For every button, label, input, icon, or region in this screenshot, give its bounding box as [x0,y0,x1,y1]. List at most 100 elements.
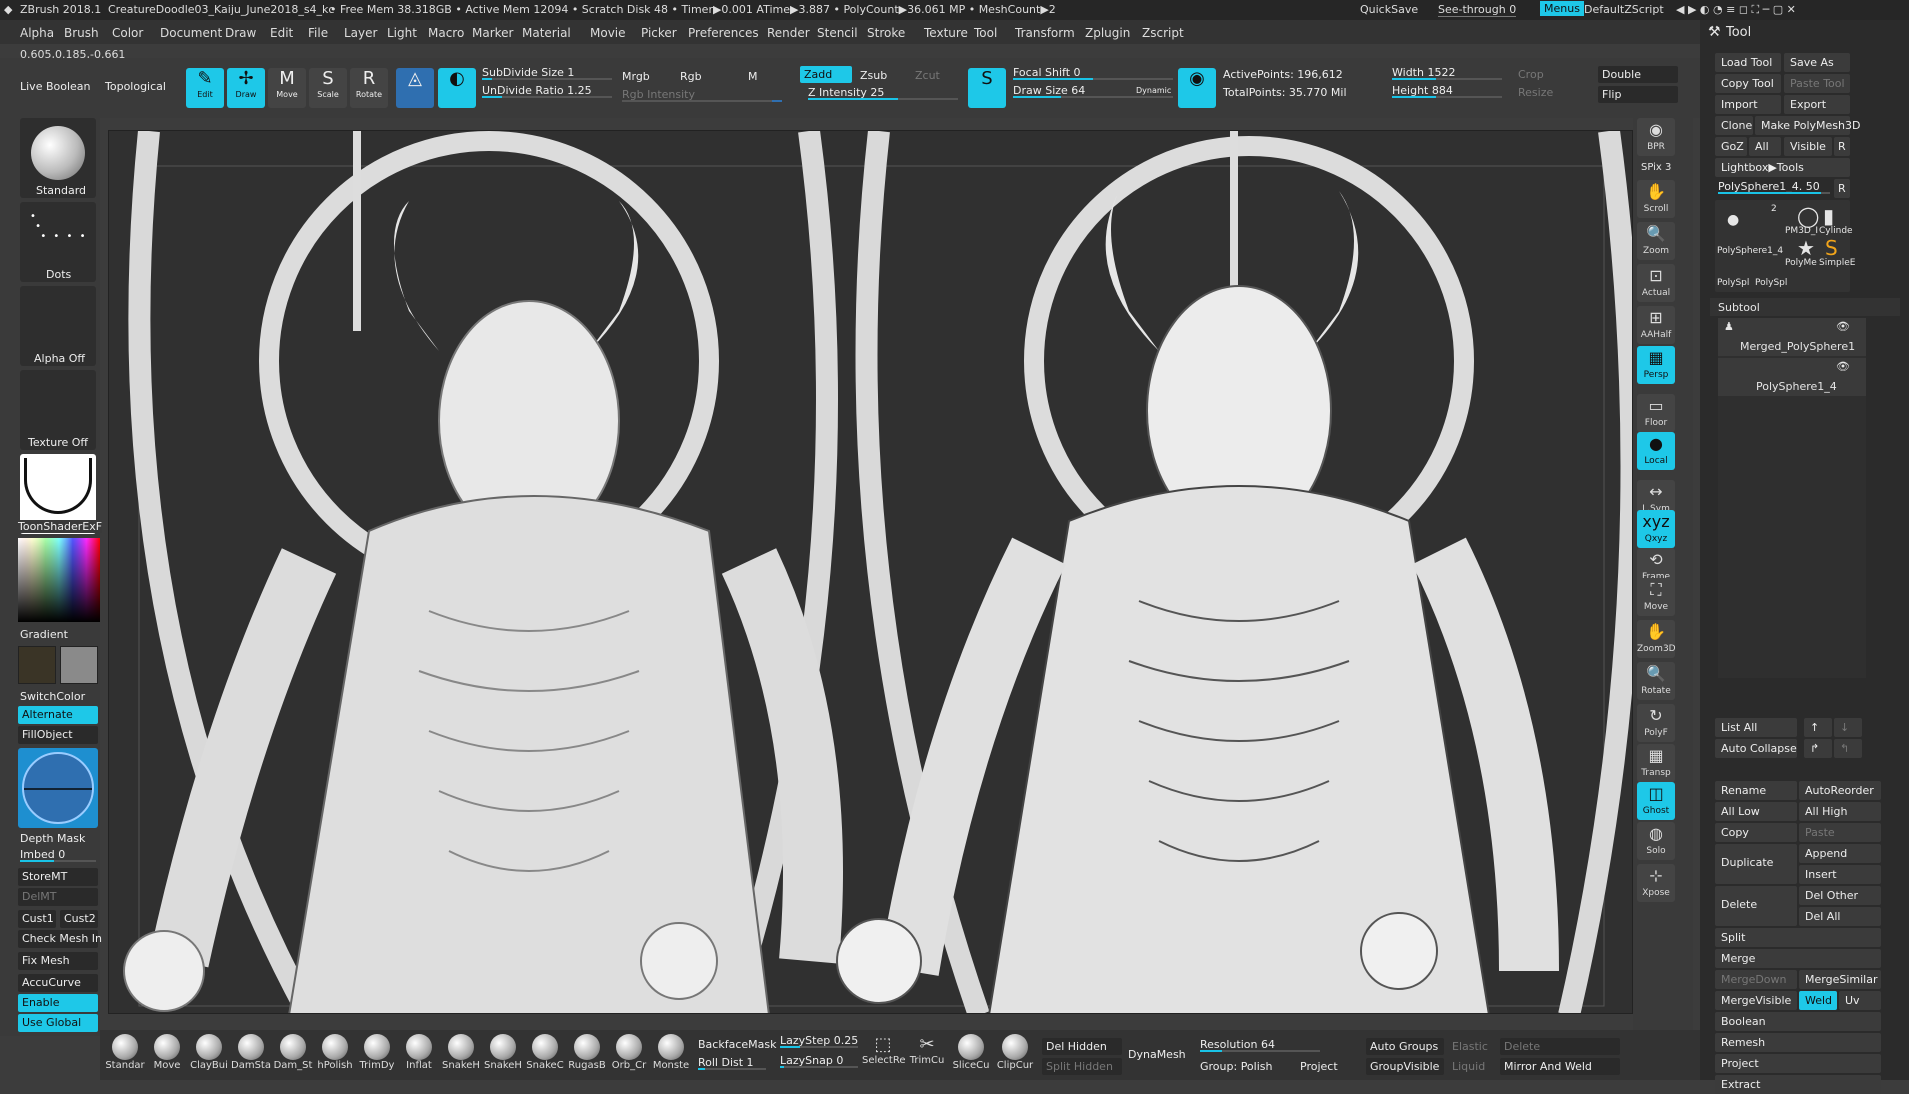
gizmo-button[interactable]: ◬ [396,68,434,108]
menu-transform[interactable]: Transform [1015,26,1075,40]
zadd-button[interactable]: Zadd [800,66,852,83]
aahalf-button[interactable]: ⊞ AAHalf [1637,306,1675,344]
tool-thumbnails[interactable]: ● 2 ◯ PM3D_I ▮ Cylinde PolySphere1_4 ★ P… [1715,200,1855,292]
color-picker[interactable] [18,538,100,622]
mergesimilar-button[interactable]: MergeSimilar [1799,970,1881,989]
move-down-icon[interactable]: ↓ [1834,718,1862,737]
make-polymesh3d-button[interactable]: Make PolyMesh3D [1755,116,1860,135]
paste-tool-button[interactable]: Paste Tool [1784,74,1850,93]
zcut-button[interactable]: Zcut [915,69,940,82]
insert-button[interactable]: Insert [1799,865,1881,884]
menu-color[interactable]: Color [112,26,143,40]
menu-render[interactable]: Render [767,26,810,40]
brush-slot-5[interactable]: Dam_St [272,1034,314,1071]
layout-arrows-icon[interactable]: ◀ ▶ ◐ ◔ ≡ ◻ ⛶ ─ ▢ ✕ [1676,3,1796,17]
z-intensity-slider[interactable]: Z Intensity 25 [808,86,958,100]
undivide-ratio-slider[interactable]: UnDivide Ratio 1.25 [482,84,612,98]
default-zscript-button[interactable]: DefaultZScript [1584,3,1664,16]
sphere-thumb-icon[interactable]: ● [1727,212,1739,228]
subtool-header[interactable]: Subtool [1710,298,1900,316]
scroll-button[interactable]: ✋ Scroll [1637,180,1675,218]
enable-button[interactable]: Enable [18,994,98,1012]
uv-button[interactable]: Uv [1839,991,1881,1010]
lightbox-tools-button[interactable]: Lightbox▶Tools [1715,158,1850,177]
menu-draw[interactable]: Draw [225,26,256,40]
subtool-item[interactable]: 👁 PolySphere1_4 [1718,358,1866,396]
persp-button[interactable]: ▦ Persp [1637,346,1675,384]
floor-button[interactable]: ▭ Floor [1637,394,1675,432]
menu-stroke[interactable]: Stroke [867,26,905,40]
rotate-mode-button[interactable]: R Rotate [350,68,388,108]
arrow-icon[interactable]: ↱ [1804,739,1832,758]
menu-picker[interactable]: Picker [641,26,677,40]
auto-collapse-button[interactable]: Auto Collapse [1715,739,1797,758]
menu-tool[interactable]: Tool [974,26,997,40]
extract-button[interactable]: Extract [1715,1075,1881,1094]
m-button[interactable]: M [748,70,758,83]
group-polish-button[interactable]: Group: Polish [1200,1060,1272,1073]
brush-slot-8[interactable]: Inflat [398,1034,440,1071]
move-up-icon[interactable]: ↑ [1804,718,1832,737]
qxyz-button[interactable]: xyz Qxyz [1637,510,1675,548]
menus-button[interactable]: Menus [1540,1,1584,16]
backfacemask-button[interactable]: BackfaceMask [698,1038,776,1051]
groupvisible-button[interactable]: GroupVisible [1366,1058,1444,1075]
list-all-button[interactable]: List All [1715,718,1797,737]
bpr-button[interactable]: ◉ BPR [1637,118,1675,156]
gradient-label[interactable]: Gradient [20,628,68,641]
storemt-button[interactable]: StoreMT [18,868,98,886]
del-hidden-button[interactable]: Del Hidden [1042,1038,1122,1055]
current-tool-slider[interactable]: PolySphere1_4. 50 [1718,180,1830,194]
brush-slot-1[interactable]: Standar [104,1034,146,1071]
imbed-slider[interactable]: Imbed 0 [20,848,96,862]
flip-button[interactable]: Flip [1598,86,1678,103]
weld-button[interactable]: Weld [1799,991,1837,1010]
rgb-button[interactable]: Rgb [680,70,702,83]
goz-visible-button[interactable]: Visible [1784,137,1832,156]
points-info-button[interactable]: ◉ [1178,68,1216,108]
topological-button[interactable]: Topological [105,80,166,93]
project-button[interactable]: Project [1715,1054,1881,1073]
mergevisible-button[interactable]: MergeVisible [1715,991,1797,1010]
eye-icon[interactable]: 👁 [1836,360,1850,373]
cylinder-thumb-icon[interactable]: ▮ [1823,204,1834,228]
mergedown-button[interactable]: MergeDown [1715,970,1797,989]
merge-button[interactable]: Merge [1715,949,1881,968]
depth-mask-widget[interactable] [18,748,98,828]
menu-stencil[interactable]: Stencil [817,26,858,40]
edit-mode-button[interactable]: ✎ Edit [186,68,224,108]
zoom-button[interactable]: 🔍 Zoom [1637,222,1675,260]
duplicate-button[interactable]: Duplicate [1715,844,1797,884]
mirror-and-weld-button[interactable]: Mirror And Weld [1500,1058,1620,1075]
arrow-back-icon[interactable]: ↰ [1834,739,1862,758]
brush-slot-7[interactable]: TrimDy [356,1034,398,1071]
ghost-button[interactable]: ◫ Ghost [1637,782,1675,820]
menu-zplugin[interactable]: Zplugin [1085,26,1130,40]
save-as-button[interactable]: Save As [1784,53,1850,72]
rgb-intensity-slider[interactable]: Rgb Intensity [622,88,782,102]
brush-slot-9[interactable]: SnakeH [440,1034,482,1071]
split-button[interactable]: Split [1715,928,1881,947]
delete-button[interactable]: Delete [1715,886,1797,926]
menu-light[interactable]: Light [387,26,417,40]
solo-button[interactable]: ◍ Solo [1637,822,1675,860]
remesh-button[interactable]: Remesh [1715,1033,1881,1052]
quicksave-button[interactable]: QuickSave [1360,3,1418,16]
brush-slot-10[interactable]: SnakeH [482,1034,524,1071]
export-button[interactable]: Export [1784,95,1850,114]
menu-layer[interactable]: Layer [344,26,377,40]
load-tool-button[interactable]: Load Tool [1715,53,1781,72]
menu-movie[interactable]: Movie [590,26,626,40]
lazysnap-slider[interactable]: LazySnap 0 [780,1054,858,1068]
append-button[interactable]: Append [1799,844,1881,863]
subdivide-size-slider[interactable]: SubDivide Size 1 [482,66,612,80]
menu-file[interactable]: File [308,26,328,40]
brush-slot-12[interactable]: RugasB [566,1034,608,1071]
move-button[interactable]: ⛶ Move [1637,578,1675,616]
menu-preferences[interactable]: Preferences [688,26,759,40]
menu-document[interactable]: Document [160,26,222,40]
double-button[interactable]: Double [1598,66,1678,83]
alternate-button[interactable]: Alternate [18,706,98,724]
delete-mesh-button[interactable]: Delete [1500,1038,1620,1055]
trimcurve-tool[interactable]: ✂ TrimCu [906,1034,948,1066]
